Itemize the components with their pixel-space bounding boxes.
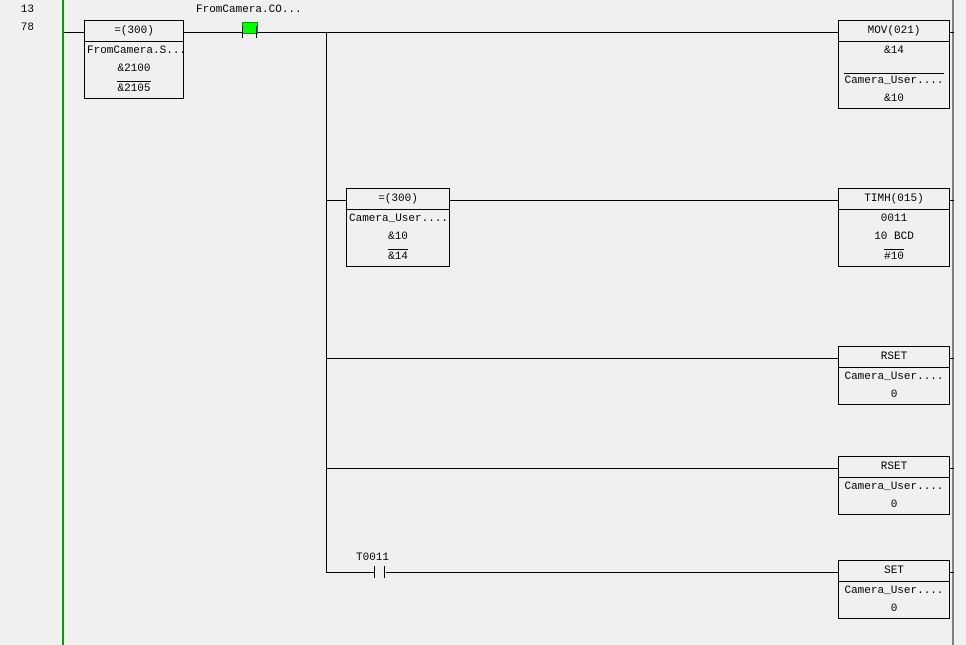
- block-param: Camera_User....: [347, 210, 449, 228]
- wire: [386, 572, 838, 573]
- block-param: 0011: [839, 210, 949, 228]
- block-param: Camera_User....: [839, 478, 949, 496]
- wire: [450, 200, 838, 201]
- block-title: MOV(021): [839, 21, 949, 42]
- left-power-rail: [62, 0, 64, 645]
- compare-block-1[interactable]: =(300) FromCamera.S... &2100 &2105: [84, 20, 184, 99]
- wire: [184, 32, 242, 33]
- block-title: RSET: [839, 347, 949, 368]
- block-param: 0: [839, 496, 949, 514]
- wire: [326, 200, 346, 201]
- block-title: TIMH(015): [839, 189, 949, 210]
- block-title: =(300): [347, 189, 449, 210]
- block-param: 0: [839, 600, 949, 618]
- block-param: Camera_User....: [839, 368, 949, 386]
- wire: [258, 32, 326, 33]
- wire: [64, 32, 84, 33]
- rung-index: 13: [6, 4, 34, 16]
- block-param: 0: [839, 386, 949, 404]
- block-param: &2100: [85, 60, 183, 78]
- block-param: Camera_User....: [839, 70, 949, 90]
- wire: [950, 32, 954, 33]
- contact-label: FromCamera.CO...: [196, 4, 302, 16]
- wire: [326, 358, 838, 359]
- wire: [326, 468, 838, 469]
- set-block[interactable]: SET Camera_User.... 0: [838, 560, 950, 619]
- block-title: SET: [839, 561, 949, 582]
- wire: [950, 358, 954, 359]
- wire: [950, 572, 954, 573]
- compare-block-2[interactable]: =(300) Camera_User.... &10 &14: [346, 188, 450, 267]
- timh-block[interactable]: TIMH(015) 0011 10 BCD #10: [838, 188, 950, 267]
- wire: [950, 200, 954, 201]
- block-param: Camera_User....: [839, 582, 949, 600]
- block-param: &10: [347, 228, 449, 246]
- block-param: &14: [347, 246, 449, 266]
- rset-block-2[interactable]: RSET Camera_User.... 0: [838, 456, 950, 515]
- contact-label: T0011: [356, 552, 389, 564]
- block-title: =(300): [85, 21, 183, 42]
- block-param: &2105: [85, 78, 183, 98]
- wire: [326, 32, 327, 572]
- rset-block-1[interactable]: RSET Camera_User.... 0: [838, 346, 950, 405]
- wire: [950, 468, 954, 469]
- rung-address: 78: [6, 22, 34, 34]
- block-param: FromCamera.S...: [85, 42, 183, 60]
- block-param: #10: [839, 246, 949, 266]
- block-param: &10: [839, 90, 949, 108]
- wire: [326, 32, 838, 33]
- block-param: &14: [839, 42, 949, 60]
- ladder-diagram-canvas: 13 78 =(300) FromCamera.S... &2100 &2105…: [0, 0, 966, 645]
- block-title: RSET: [839, 457, 949, 478]
- right-power-rail: [952, 0, 954, 645]
- wire: [326, 572, 374, 573]
- mov-block[interactable]: MOV(021) &14 Camera_User.... &10: [838, 20, 950, 109]
- block-param: 10 BCD: [839, 228, 949, 246]
